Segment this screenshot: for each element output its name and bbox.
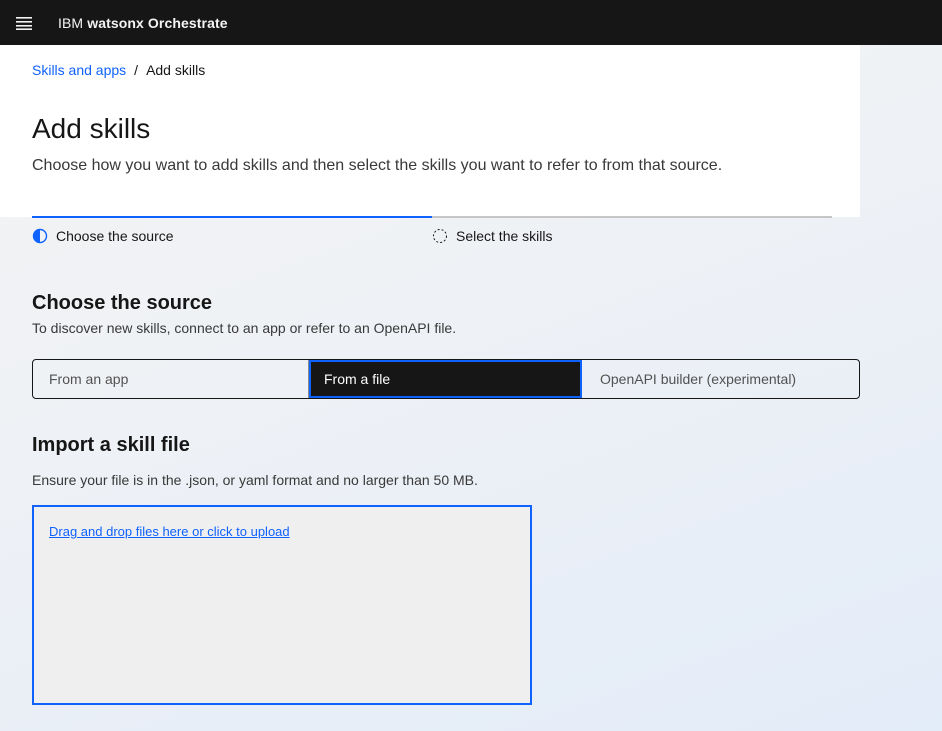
- import-file-requirements: Ensure your file is in the .json, or yam…: [32, 472, 478, 488]
- app-title-product: watsonx Orchestrate: [87, 14, 228, 31]
- file-upload-dropzone[interactable]: Drag and drop files here or click to upl…: [32, 505, 532, 705]
- hamburger-menu-button[interactable]: [0, 0, 48, 45]
- app-title[interactable]: IBM watsonx Orchestrate: [58, 15, 228, 31]
- openapi-builder-option[interactable]: OpenAPI builder (experimental): [582, 360, 859, 398]
- progress-indicator: Choose the source Select the skills: [32, 216, 832, 252]
- progress-step-label: Choose the source: [56, 228, 174, 244]
- page-description: Choose how you want to add skills and th…: [32, 157, 723, 174]
- from-file-option[interactable]: From a file: [309, 360, 582, 398]
- choose-source-description: To discover new skills, connect to an ap…: [32, 320, 457, 336]
- breadcrumb-skills-and-apps-link[interactable]: Skills and apps: [32, 62, 126, 78]
- breadcrumb: Skills and apps / Add skills: [32, 62, 205, 78]
- import-skill-file-heading: Import a skill file: [32, 434, 190, 456]
- menu-icon: [16, 16, 32, 30]
- breadcrumb-current: Add skills: [146, 62, 206, 78]
- source-content-switcher: From an app From a file OpenAPI builder …: [32, 359, 860, 399]
- progress-step-select-skills[interactable]: Select the skills: [432, 216, 832, 252]
- page-title: Add skills: [32, 113, 151, 144]
- current-step-icon: [32, 228, 48, 244]
- choose-source-heading: Choose the source: [32, 292, 213, 314]
- progress-step-choose-source[interactable]: Choose the source: [32, 216, 432, 252]
- incomplete-step-icon: [433, 229, 447, 243]
- from-app-option[interactable]: From an app: [33, 360, 309, 398]
- upload-link[interactable]: Drag and drop files here or click to upl…: [49, 524, 290, 539]
- top-navigation-bar: IBM watsonx Orchestrate: [0, 0, 942, 45]
- breadcrumb-separator: /: [134, 62, 139, 78]
- app-title-prefix: IBM: [58, 14, 84, 31]
- progress-step-label: Select the skills: [456, 228, 553, 244]
